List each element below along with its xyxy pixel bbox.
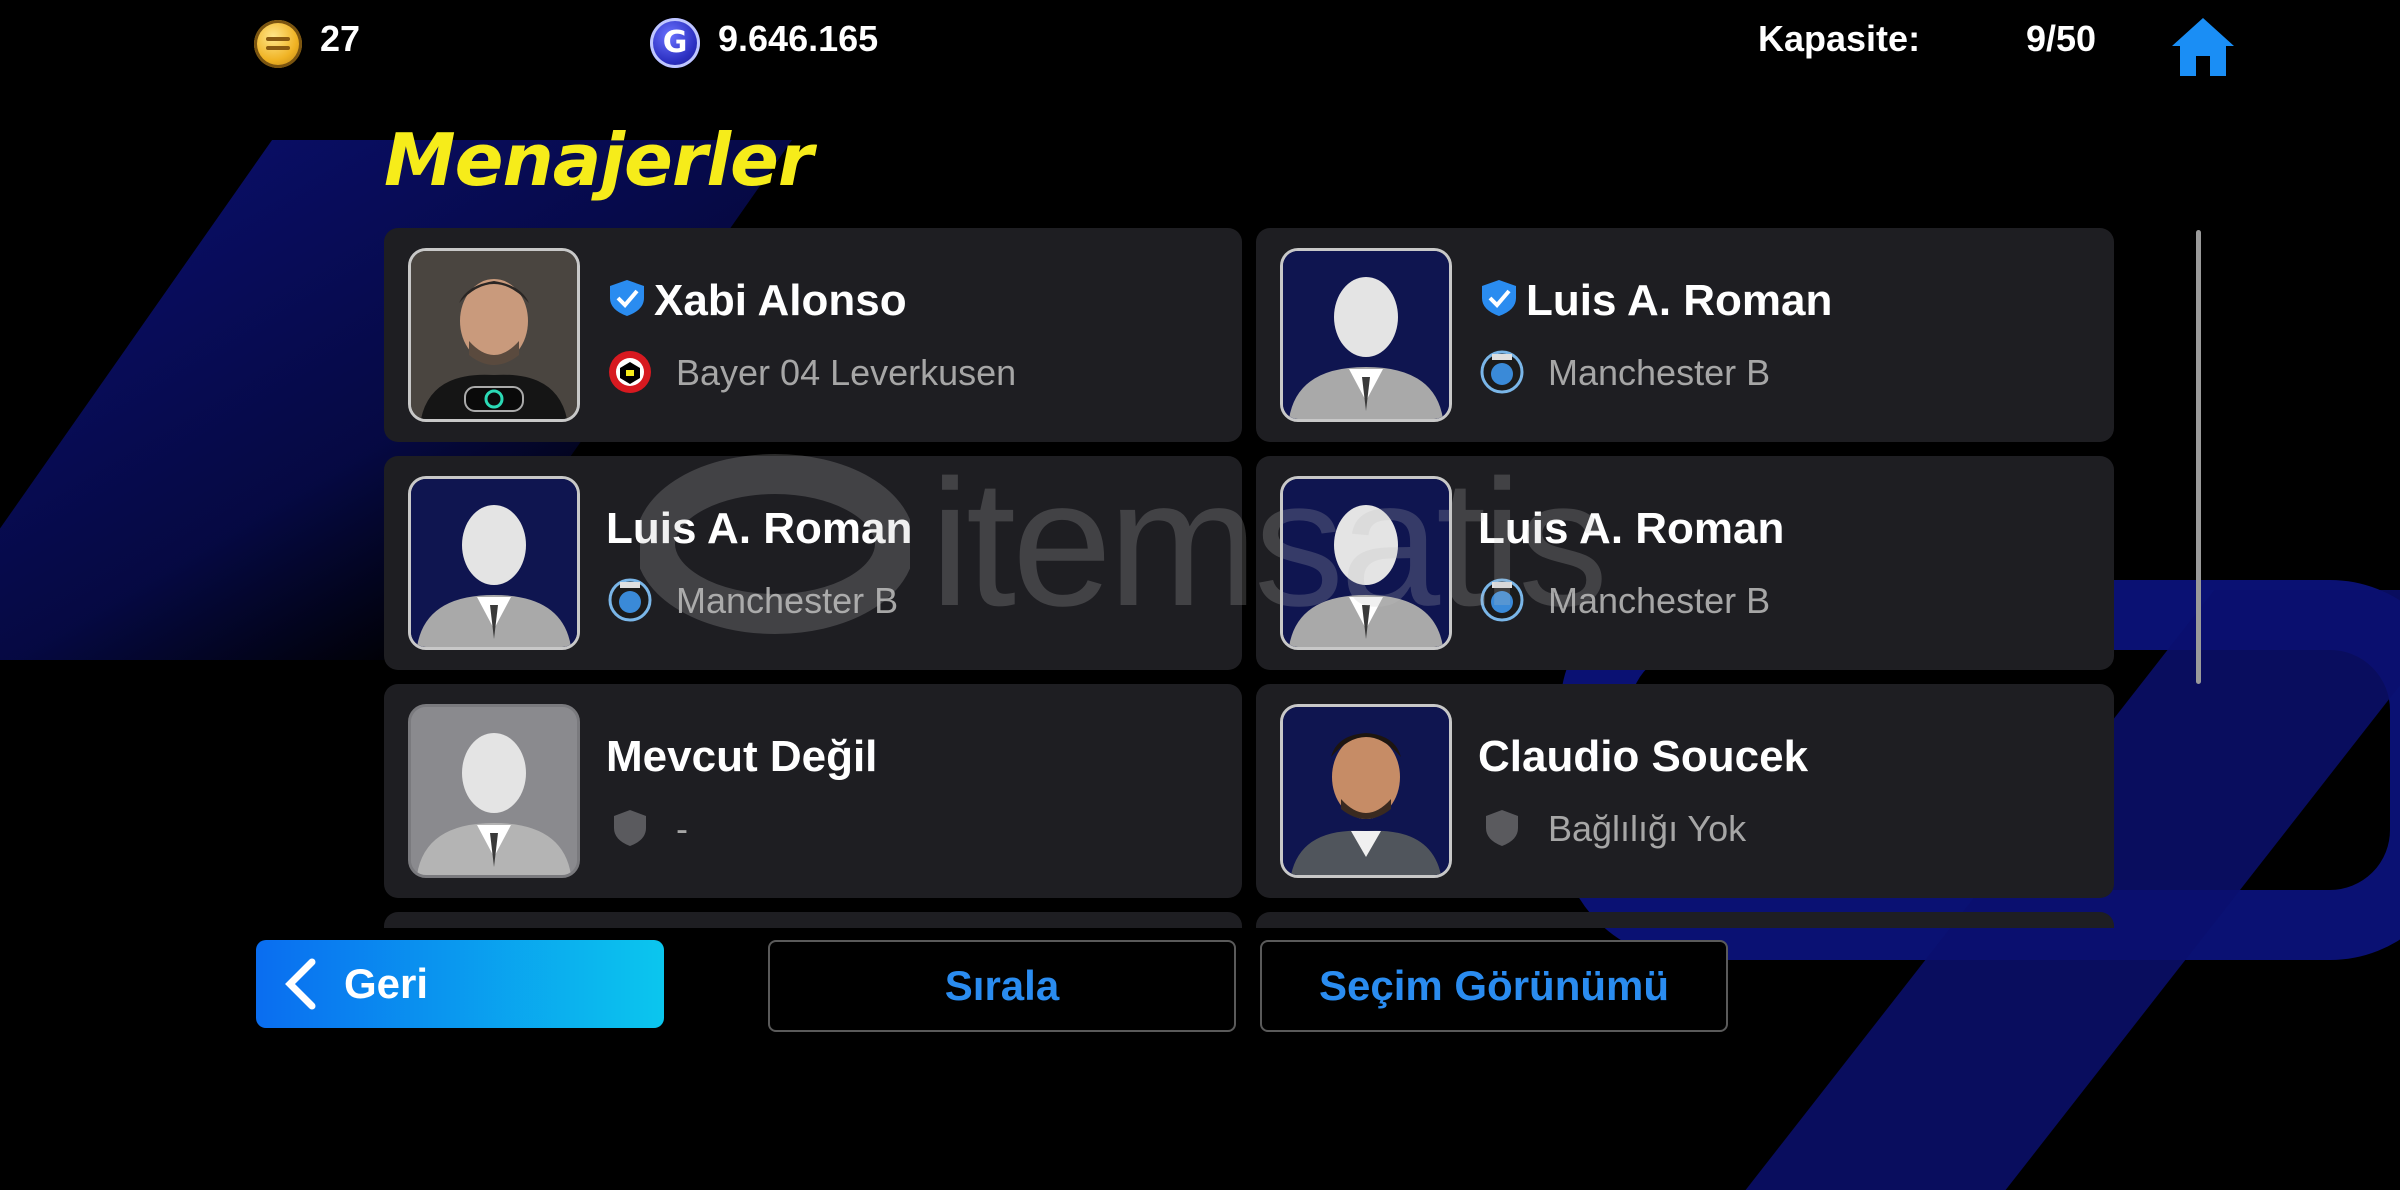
team-name: Manchester B xyxy=(1548,352,1771,393)
club-crest-icon xyxy=(608,578,652,622)
manager-card[interactable]: Claudio Soucek Bağlılığı Yok xyxy=(1256,684,2114,898)
capacity-label: Kapasite: xyxy=(1758,18,1921,59)
manager-card[interactable] xyxy=(384,912,1242,928)
manager-name: Luis A. Roman xyxy=(1526,276,1833,325)
team-name: Manchester B xyxy=(676,580,899,621)
gp-count: 9.646.165 xyxy=(718,18,879,59)
manager-silhouette xyxy=(1280,248,1452,422)
team-name: - xyxy=(676,808,688,849)
manager-silhouette xyxy=(408,476,580,650)
manager-silhouette xyxy=(408,704,580,878)
manager-name: Mevcut Değil xyxy=(606,732,878,781)
manager-name: Luis A. Roman xyxy=(1478,504,1785,553)
manager-name: Luis A. Roman xyxy=(606,504,913,553)
list-scrollbar[interactable] xyxy=(2196,230,2201,684)
home-icon[interactable] xyxy=(2168,14,2238,78)
verified-icon xyxy=(610,280,644,316)
efootball-coin-icon xyxy=(254,20,302,68)
team-name: Manchester B xyxy=(1548,580,1771,621)
manager-card[interactable] xyxy=(1256,912,2114,928)
club-crest-icon xyxy=(1480,578,1524,622)
manager-photo xyxy=(1280,704,1452,878)
manager-card[interactable]: Xabi Alonso Bayer 04 Leverkusen xyxy=(384,228,1242,442)
shield-icon xyxy=(1486,810,1518,846)
manager-card[interactable]: Luis A. Roman Manchester B xyxy=(1256,456,2114,670)
team-name: Bağlılığı Yok xyxy=(1548,808,1747,849)
manager-card[interactable]: Mevcut Değil - xyxy=(384,684,1242,898)
club-crest-icon xyxy=(1480,350,1524,394)
manager-card[interactable]: Luis A. Roman Manchester B xyxy=(384,456,1242,670)
manager-name: Xabi Alonso xyxy=(654,276,907,325)
gp-coin-icon: G xyxy=(650,18,700,68)
team-name: Bayer 04 Leverkusen xyxy=(676,352,1017,393)
verified-icon xyxy=(1482,280,1516,316)
chevron-left-icon xyxy=(285,958,316,1010)
shield-icon xyxy=(614,810,646,846)
manager-photo xyxy=(408,248,580,422)
manager-name: Claudio Soucek xyxy=(1478,732,1809,781)
capacity-value: 9/50 xyxy=(2026,18,2097,59)
page-title: Menajerler xyxy=(384,118,813,202)
back-button[interactable]: Geri xyxy=(256,940,664,1028)
manager-card[interactable]: Luis A. Roman Manchester B xyxy=(1256,228,2114,442)
manager-list: Xabi Alonso Bayer 04 Leverkusen Luis A. … xyxy=(384,228,2114,928)
sort-button[interactable]: Sırala xyxy=(768,940,1236,1032)
manager-silhouette xyxy=(1280,476,1452,650)
coin-count: 27 xyxy=(320,18,361,59)
leverkusen-crest-icon xyxy=(609,351,651,393)
top-bar: 27 G 9.646.165 Kapasite: 9/50 xyxy=(0,0,2400,90)
selection-view-button[interactable]: Seçim Görünümü xyxy=(1260,940,1728,1032)
